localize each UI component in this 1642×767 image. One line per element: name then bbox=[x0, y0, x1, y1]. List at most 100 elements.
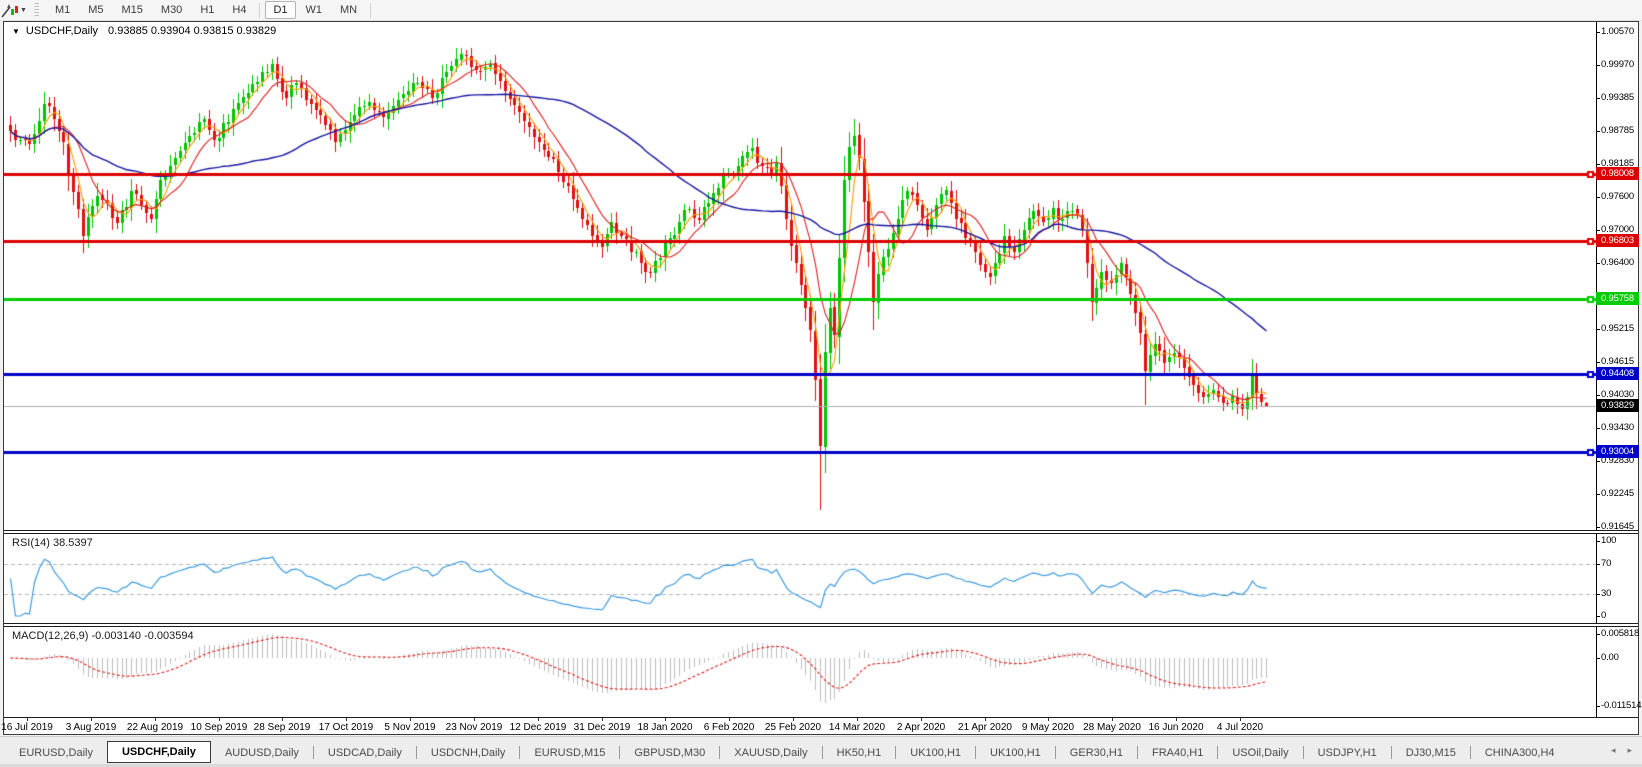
date-axis-tick bbox=[346, 718, 347, 721]
date-axis-label: 6 Feb 2020 bbox=[704, 722, 755, 733]
date-axis-label: 28 May 2020 bbox=[1083, 722, 1141, 733]
timeframe-button-m1[interactable]: M1 bbox=[47, 1, 78, 19]
axis-tick-mark bbox=[1596, 428, 1600, 429]
price-axis-tick: 0.99385 bbox=[1601, 92, 1634, 104]
price-chart-canvas[interactable] bbox=[4, 22, 1596, 530]
axis-tick-mark bbox=[1596, 706, 1600, 707]
chart-title-symbol: USDCHF,Daily bbox=[26, 25, 98, 37]
timeframe-button-h4[interactable]: H4 bbox=[224, 1, 254, 19]
date-axis-label: 4 Jul 2020 bbox=[1217, 722, 1263, 733]
axis-tick-mark bbox=[1596, 197, 1600, 198]
chart-tab-dj30-m15[interactable]: DJ30,M15 bbox=[1392, 744, 1470, 763]
rsi-axis-tick: 100 bbox=[1601, 535, 1616, 547]
timeframe-button-d1[interactable]: D1 bbox=[265, 1, 295, 19]
date-axis-tick bbox=[729, 718, 730, 721]
chart-tabs: EURUSD,DailyUSDCHF,DailyAUDUSD,DailyUSDC… bbox=[5, 740, 1582, 763]
chart-tab-eurusd-daily[interactable]: EURUSD,Daily bbox=[5, 744, 107, 763]
date-axis-label: 9 May 2020 bbox=[1022, 722, 1074, 733]
axis-tick-mark bbox=[1596, 658, 1600, 659]
axis-tick-mark bbox=[1596, 634, 1600, 635]
timeframe-button-w1[interactable]: W1 bbox=[298, 1, 331, 19]
date-axis-tick bbox=[1112, 718, 1113, 721]
date-axis-label: 5 Nov 2019 bbox=[384, 722, 435, 733]
date-axis-tick bbox=[857, 718, 858, 721]
macd-canvas[interactable] bbox=[4, 627, 1596, 717]
hline-price-badge: 0.96803 bbox=[1596, 234, 1639, 247]
date-axis-tick bbox=[1176, 718, 1177, 721]
date-axis-label: 14 Mar 2020 bbox=[829, 722, 885, 733]
date-axis-tick bbox=[538, 718, 539, 721]
chart-tab-usoil-daily[interactable]: USOil,Daily bbox=[1218, 744, 1302, 763]
date-axis-tick bbox=[91, 718, 92, 721]
date-axis-label: 18 Jan 2020 bbox=[637, 722, 692, 733]
macd-axis-tick: 0.00 bbox=[1601, 652, 1619, 664]
axis-tick-mark bbox=[1596, 594, 1600, 595]
chart-tab-usdcad-daily[interactable]: USDCAD,Daily bbox=[314, 744, 416, 763]
date-axis-tick bbox=[27, 718, 28, 721]
date-axis[interactable]: 16 Jul 20193 Aug 201922 Aug 201910 Sep 2… bbox=[4, 718, 1638, 734]
chart-tab-hk50-h1[interactable]: HK50,H1 bbox=[823, 744, 896, 763]
chart-tab-fra40-h1[interactable]: FRA40,H1 bbox=[1138, 744, 1217, 763]
chart-tab-eurusd-m15[interactable]: EURUSD,M15 bbox=[520, 744, 619, 763]
date-axis-label: 22 Aug 2019 bbox=[127, 722, 183, 733]
axis-tick-mark bbox=[1596, 461, 1600, 462]
chart-tab-usdjpy-h1[interactable]: USDJPY,H1 bbox=[1304, 744, 1391, 763]
axis-tick-mark bbox=[1596, 164, 1600, 165]
timeframe-button-mn[interactable]: MN bbox=[332, 1, 365, 19]
date-axis-tick bbox=[1048, 718, 1049, 721]
cursor-tool-icon[interactable] bbox=[1, 3, 18, 18]
chart-tab-china300-h4[interactable]: CHINA300,H4 bbox=[1471, 744, 1569, 763]
date-axis-tick bbox=[1240, 718, 1241, 721]
axis-tick-mark bbox=[1596, 98, 1600, 99]
toolbar-drag-handle[interactable] bbox=[34, 3, 39, 18]
chart-tab-audusd-daily[interactable]: AUDUSD,Daily bbox=[211, 744, 313, 763]
date-axis-tick bbox=[219, 718, 220, 721]
hline-price-badge: 0.95758 bbox=[1596, 292, 1639, 305]
rsi-axis-tick: 0 bbox=[1601, 610, 1606, 622]
chart-tab-uk100-h1[interactable]: UK100,H1 bbox=[976, 744, 1055, 763]
chart-tab-ger30-h1[interactable]: GER30,H1 bbox=[1056, 744, 1137, 763]
rsi-axis-tick: 70 bbox=[1601, 558, 1611, 570]
date-axis-label: 28 Sep 2019 bbox=[254, 722, 311, 733]
chart-tab-xauusd-daily[interactable]: XAUUSD,Daily bbox=[720, 744, 821, 763]
axis-tick-mark bbox=[1596, 362, 1600, 363]
price-axis-tick: 0.96400 bbox=[1601, 257, 1634, 269]
chart-title[interactable]: ▼ USDCHF,Daily 0.93885 0.93904 0.93815 0… bbox=[12, 25, 276, 37]
date-axis-label: 25 Feb 2020 bbox=[765, 722, 821, 733]
axis-tick-mark bbox=[1596, 263, 1600, 264]
rsi-axis-tick: 30 bbox=[1601, 588, 1611, 600]
date-axis-label: 31 Dec 2019 bbox=[574, 722, 631, 733]
chart-tab-uk100-h1[interactable]: UK100,H1 bbox=[896, 744, 975, 763]
rsi-pane: RSI(14) 38.5397 100 70 30 0 bbox=[4, 533, 1638, 624]
tab-scroll-left-icon[interactable]: ◂ bbox=[1611, 745, 1616, 755]
price-axis-tick: 1.00570 bbox=[1601, 26, 1634, 38]
tab-scroll-right-icon[interactable]: ▸ bbox=[1627, 745, 1632, 755]
chart-title-ohlc: 0.93885 0.93904 0.93815 0.93829 bbox=[108, 25, 276, 37]
rsi-indicator-label: RSI(14) 38.5397 bbox=[12, 537, 93, 549]
chart-tab-bar: EURUSD,DailyUSDCHF,DailyAUDUSD,DailyUSDC… bbox=[0, 736, 1642, 767]
macd-axis-tick: 0.005818 bbox=[1601, 628, 1639, 640]
axis-tick-mark bbox=[1596, 329, 1600, 330]
timeframe-buttons: M1M5M15M30H1H4 D1W1MN bbox=[46, 1, 375, 19]
macd-axis-tick: -0.011514 bbox=[1601, 700, 1641, 712]
timeframe-button-m30[interactable]: M30 bbox=[153, 1, 190, 19]
collapse-triangle-icon[interactable]: ▼ bbox=[12, 27, 20, 36]
date-axis-tick bbox=[602, 718, 603, 721]
axis-tick-mark bbox=[1596, 395, 1600, 396]
chevron-down-icon[interactable]: ▼ bbox=[20, 7, 27, 14]
axis-tick-mark bbox=[1596, 616, 1600, 617]
axis-tick-mark bbox=[1596, 564, 1600, 565]
date-axis-label: 17 Oct 2019 bbox=[319, 722, 373, 733]
timeframe-button-h1[interactable]: H1 bbox=[192, 1, 222, 19]
timeframe-button-m15[interactable]: M15 bbox=[114, 1, 151, 19]
rsi-canvas[interactable] bbox=[4, 534, 1596, 623]
hline-price-badge: 0.98008 bbox=[1596, 167, 1639, 180]
timeframe-button-m5[interactable]: M5 bbox=[80, 1, 111, 19]
chart-tab-usdcnh-daily[interactable]: USDCNH,Daily bbox=[417, 744, 520, 763]
chart-tab-gbpusd-m30[interactable]: GBPUSD,M30 bbox=[620, 744, 719, 763]
axis-tick-mark bbox=[1596, 494, 1600, 495]
chart-tab-usdchf-daily[interactable]: USDCHF,Daily bbox=[107, 741, 211, 763]
price-axis-tick: 0.98785 bbox=[1601, 125, 1634, 137]
axis-tick-mark bbox=[1596, 65, 1600, 66]
price-axis-tick: 0.95215 bbox=[1601, 323, 1634, 335]
